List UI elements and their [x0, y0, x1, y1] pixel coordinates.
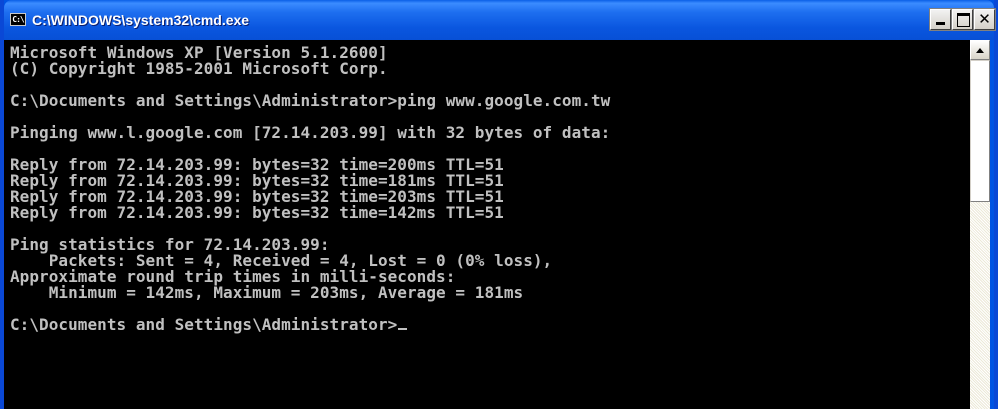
minimize-icon — [936, 22, 945, 25]
cmd-icon[interactable]: C:\ — [10, 13, 26, 26]
title-bar[interactable]: C:\ C:\WINDOWS\system32\cmd.exe — [4, 0, 994, 40]
maximize-icon — [957, 13, 970, 27]
close-icon: ✕ — [978, 10, 991, 28]
arrow-up-icon — [976, 48, 984, 53]
text-cursor — [398, 328, 408, 330]
maximize-button[interactable] — [951, 8, 974, 31]
console-line: (C) Copyright 1985-2001 Microsoft Corp. — [10, 59, 388, 78]
command-prompt: C:\Documents and Settings\Administrator> — [10, 315, 398, 334]
console-line: C:\Documents and Settings\Administrator>… — [10, 91, 611, 110]
minimize-button[interactable] — [929, 8, 952, 31]
console-text: Microsoft Windows XP [Version 5.1.2600] … — [10, 45, 610, 333]
close-button[interactable]: ✕ — [973, 8, 996, 31]
vertical-scrollbar[interactable] — [970, 40, 990, 409]
console-line: Pinging www.l.google.com [72.14.203.99] … — [10, 123, 611, 142]
scroll-track[interactable] — [970, 202, 990, 409]
scroll-up-button[interactable] — [970, 40, 990, 60]
scroll-thumb[interactable] — [970, 60, 990, 202]
console-line: Reply from 72.14.203.99: bytes=32 time=1… — [10, 203, 504, 222]
window-title: C:\WINDOWS\system32\cmd.exe — [32, 12, 250, 28]
console-output[interactable]: Microsoft Windows XP [Version 5.1.2600] … — [4, 40, 970, 409]
console-line: Minimum = 142ms, Maximum = 203ms, Averag… — [10, 283, 524, 302]
